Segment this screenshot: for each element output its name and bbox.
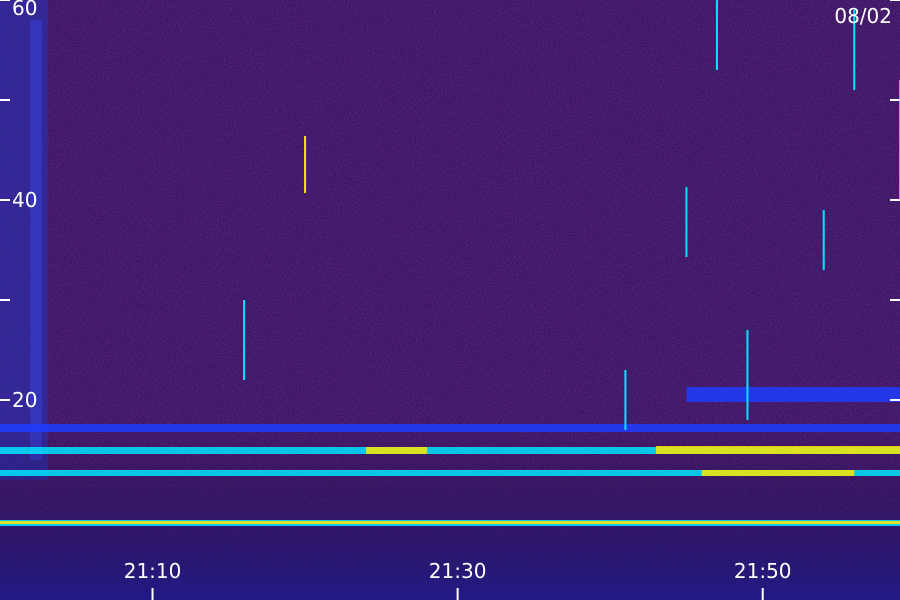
emission-band-0: [0, 424, 900, 432]
spectrogram-chart: 60 40 20 21:10 21:30 21:50 08/02: [0, 0, 900, 600]
x-tick-label-0: 21:10: [124, 559, 182, 583]
emission-band-5: [701, 470, 855, 476]
emission-band-8: [686, 387, 900, 402]
y-tick-label-4: 20: [12, 388, 37, 412]
emission-band-7: [0, 521, 900, 524]
x-tick-label-2: 21:50: [734, 559, 792, 583]
x-tick-label-1: 21:30: [429, 559, 487, 583]
date-label: 08/02: [834, 4, 892, 28]
emission-band-2: [366, 447, 428, 454]
emission-band-3: [655, 446, 900, 454]
y-tick-label-2: 40: [12, 188, 37, 212]
y-tick-label-0: 60: [12, 0, 37, 20]
